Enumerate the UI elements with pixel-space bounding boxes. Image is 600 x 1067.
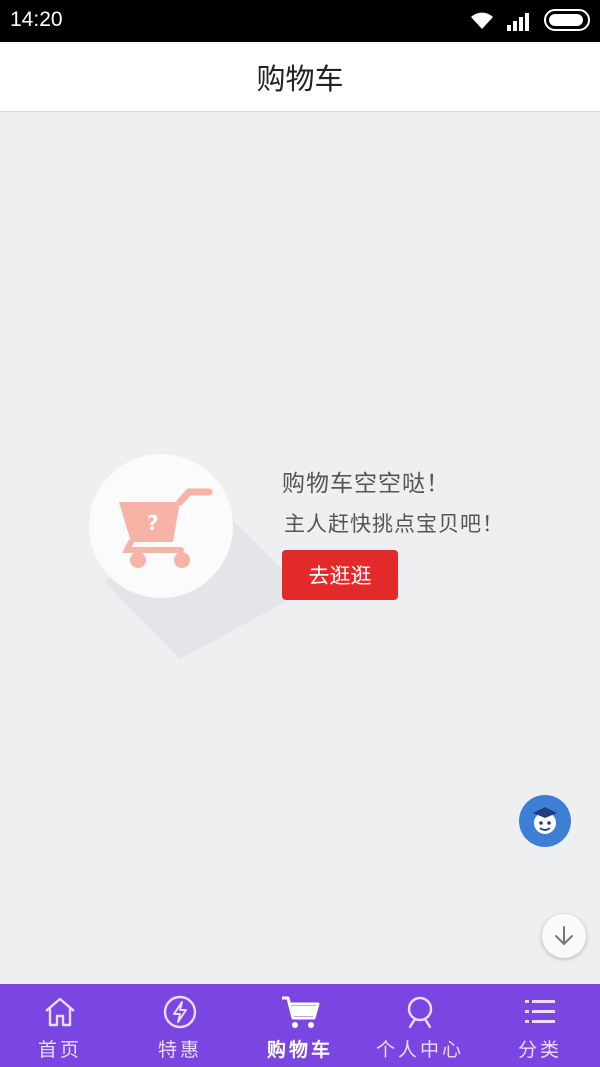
tab-label: 特惠 bbox=[157, 1039, 202, 1061]
tab-cart[interactable]: 购物车 bbox=[240, 984, 360, 1067]
signal-icon bbox=[507, 13, 529, 31]
battery-icon bbox=[544, 9, 590, 31]
main-content: ? 购物车空空哒！ 主人赶快挑点宝贝吧！ 去逛逛 bbox=[0, 112, 600, 984]
tab-profile[interactable]: 个人中心 bbox=[360, 984, 480, 1067]
tab-label: 购物车 bbox=[266, 1039, 333, 1061]
empty-message: 购物车空空哒！ bbox=[282, 471, 450, 497]
assistant-button[interactable] bbox=[519, 795, 571, 847]
go-shopping-button[interactable]: 去逛逛 bbox=[282, 550, 398, 600]
tab-deals[interactable]: 特惠 bbox=[120, 984, 240, 1067]
page-title: 购物车 bbox=[256, 61, 344, 96]
status-bar: 14:20 bbox=[0, 0, 600, 42]
bottom-tab-bar: 首页 特惠 购物车 个人中心 分类 bbox=[0, 984, 600, 1067]
person-icon bbox=[400, 992, 440, 1032]
empty-cart-icon: ? bbox=[89, 454, 285, 659]
status-icons bbox=[468, 9, 590, 31]
home-icon bbox=[40, 992, 80, 1032]
cart-icon bbox=[280, 992, 320, 1032]
wifi-icon bbox=[471, 12, 493, 29]
list-icon bbox=[520, 992, 560, 1032]
arrow-down-icon bbox=[555, 926, 573, 946]
assistant-avatar-icon bbox=[533, 807, 557, 834]
tab-label: 分类 bbox=[517, 1039, 562, 1061]
scroll-down-button[interactable] bbox=[542, 914, 586, 958]
tab-label: 首页 bbox=[37, 1039, 82, 1061]
tab-label: 个人中心 bbox=[375, 1039, 464, 1061]
status-time: 14:20 bbox=[10, 8, 63, 31]
header: 购物车 bbox=[0, 42, 600, 112]
tab-home[interactable]: 首页 bbox=[0, 984, 120, 1067]
tab-category[interactable]: 分类 bbox=[480, 984, 600, 1067]
svg-text:?: ? bbox=[147, 511, 159, 535]
lightning-icon bbox=[160, 992, 200, 1032]
empty-submessage: 主人赶快挑点宝贝吧！ bbox=[284, 512, 504, 536]
